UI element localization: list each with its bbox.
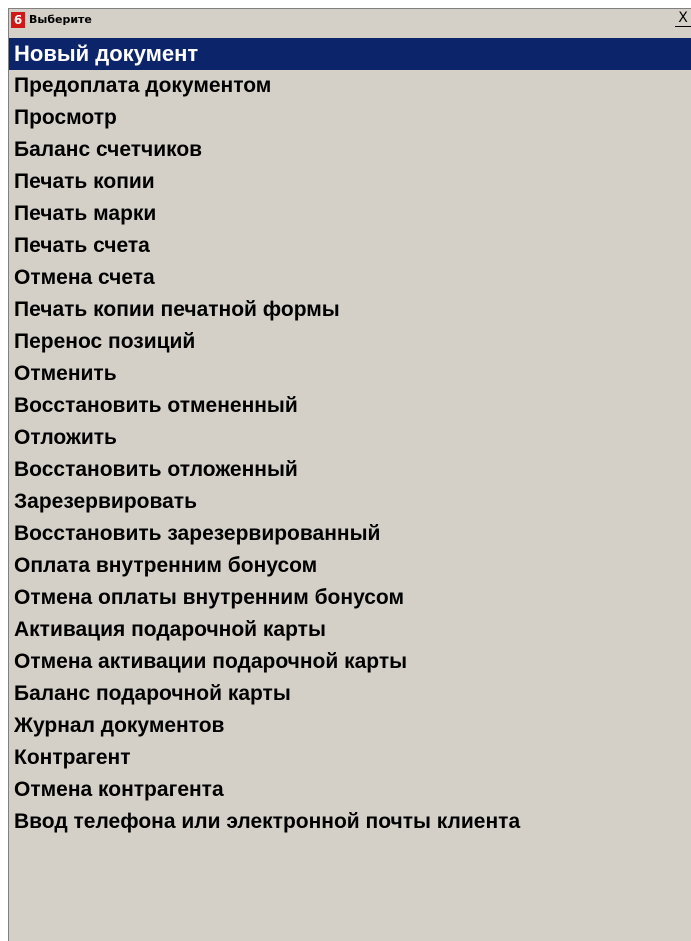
menu-item[interactable]: Печать копии печатной формы (9, 294, 691, 326)
menu-item[interactable]: Оплата внутренним бонусом (9, 550, 691, 582)
menu-item[interactable]: Контрагент (9, 742, 691, 774)
menu-list: Новый документ Предоплата документом Просм… (9, 38, 691, 838)
title-bar[interactable]: 6 Выберите X (9, 9, 691, 38)
menu-item[interactable]: Восстановить зарезервированный (9, 518, 691, 550)
menu-item[interactable]: Печать марки (9, 198, 691, 230)
app-icon: 6 (11, 12, 25, 28)
menu-item[interactable]: Печать копии (9, 166, 691, 198)
menu-item[interactable]: Ввод телефона или электронной почты клие… (9, 806, 691, 838)
menu-item[interactable]: Перенос позиций (9, 326, 691, 358)
menu-item[interactable]: Баланс счетчиков (9, 134, 691, 166)
menu-item[interactable]: Зарезервировать (9, 486, 691, 518)
menu-item[interactable]: Баланс подарочной карты (9, 678, 691, 710)
menu-item[interactable]: Отменить (9, 358, 691, 390)
menu-item[interactable]: Отложить (9, 422, 691, 454)
menu-item[interactable]: Журнал документов (9, 710, 691, 742)
menu-item[interactable]: Отмена счета (9, 262, 691, 294)
window-title: Выберите (29, 13, 92, 26)
menu-item[interactable]: Отмена активации подарочной карты (9, 646, 691, 678)
menu-item[interactable]: Отмена контрагента (9, 774, 691, 806)
select-dialog: 6 Выберите X Новый документ Предоплата до… (8, 8, 691, 941)
menu-item[interactable]: Восстановить отмененный (9, 390, 691, 422)
menu-item[interactable]: Восстановить отложенный (9, 454, 691, 486)
menu-item[interactable]: Активация подарочной карты (9, 614, 691, 646)
menu-item[interactable]: Отмена оплаты внутренним бонусом (9, 582, 691, 614)
close-button[interactable]: X (675, 11, 691, 27)
menu-item[interactable]: Предоплата документом (9, 70, 691, 102)
menu-item[interactable]: Печать счета (9, 230, 691, 262)
menu-item[interactable]: Просмотр (9, 102, 691, 134)
menu-item[interactable]: Новый документ (9, 38, 691, 70)
